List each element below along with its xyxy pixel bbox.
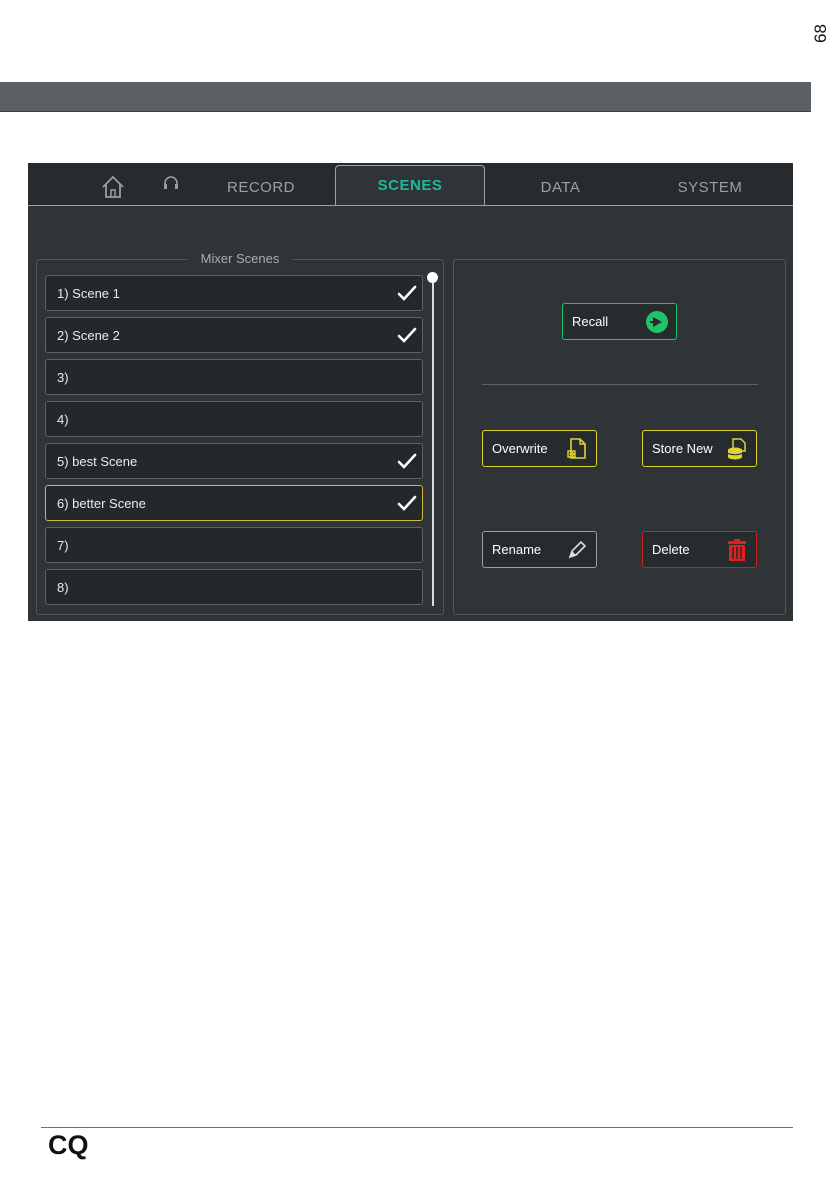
rename-label: Rename	[492, 542, 542, 557]
recall-label: Recall	[572, 314, 609, 329]
scene-item[interactable]: 2) Scene 2	[45, 317, 423, 353]
scene-item[interactable]: 7)	[45, 527, 423, 563]
scrollbar-handle[interactable]	[427, 272, 438, 283]
checkmark-icon	[397, 327, 417, 343]
scene-actions-panel: Recall Overwrite Store New Rename Delete	[453, 259, 786, 615]
scene-label: 6) better Scene	[57, 495, 146, 511]
scene-item[interactable]: 3)	[45, 359, 423, 395]
scene-label: 8)	[57, 579, 69, 595]
scene-item[interactable]: 6) better Scene	[45, 485, 423, 521]
overwrite-label: Overwrite	[492, 441, 548, 456]
brand-logo: CQ	[48, 1130, 89, 1160]
checkmark-icon	[397, 285, 417, 301]
overwrite-button[interactable]: Overwrite	[482, 430, 597, 467]
scene-list: 1) Scene 1 2) Scene 2 3) 4) 5) best Scene 6) …	[45, 275, 423, 611]
scene-item[interactable]: 1) Scene 1	[45, 275, 423, 311]
scene-label: 4)	[57, 411, 69, 427]
tab-scenes[interactable]: SCENES	[335, 165, 485, 205]
footer-divider	[41, 1127, 793, 1128]
scene-label: 1) Scene 1	[57, 285, 120, 301]
scene-label: 2) Scene 2	[57, 327, 120, 343]
page-number: 68	[811, 24, 830, 44]
scene-item[interactable]: 4)	[45, 401, 423, 437]
database-icon	[727, 438, 746, 460]
scrollbar-track[interactable]	[432, 278, 434, 606]
tab-system[interactable]: SYSTEM	[660, 173, 760, 201]
rename-button[interactable]: Rename	[482, 531, 597, 568]
scene-label: 3)	[57, 369, 69, 385]
mixer-scenes-panel: Mixer Scenes 1) Scene 1 2) Scene 2 3) 4) 5) …	[36, 251, 444, 615]
play-icon	[646, 311, 668, 333]
store-new-button[interactable]: Store New	[642, 430, 757, 467]
document-icon	[567, 438, 586, 459]
scene-item[interactable]: 8)	[45, 569, 423, 605]
divider	[482, 384, 758, 385]
recall-button[interactable]: Recall	[562, 303, 677, 340]
mixer-screen: RECORD SCENES DATA SYSTEM Mixer Scenes 1…	[28, 163, 793, 621]
pencil-icon	[568, 540, 587, 559]
tab-headphones[interactable]	[158, 169, 184, 197]
delete-button[interactable]: Delete	[642, 531, 757, 568]
tab-bar: RECORD SCENES DATA SYSTEM	[28, 163, 793, 206]
checkmark-icon	[397, 495, 417, 511]
scene-label: 7)	[57, 537, 69, 553]
home-icon	[102, 175, 124, 198]
header-bar	[0, 82, 811, 112]
scene-label: 5) best Scene	[57, 453, 138, 469]
headphone-icon	[164, 176, 178, 189]
store-new-label: Store New	[652, 441, 713, 456]
delete-label: Delete	[652, 542, 690, 557]
trash-icon	[728, 539, 746, 561]
tab-data[interactable]: DATA	[513, 173, 608, 201]
tab-record[interactable]: RECORD	[213, 173, 309, 201]
checkmark-icon	[397, 453, 417, 469]
tab-home[interactable]	[98, 173, 128, 201]
panel-title: Mixer Scenes	[187, 251, 293, 268]
scene-item[interactable]: 5) best Scene	[45, 443, 423, 479]
